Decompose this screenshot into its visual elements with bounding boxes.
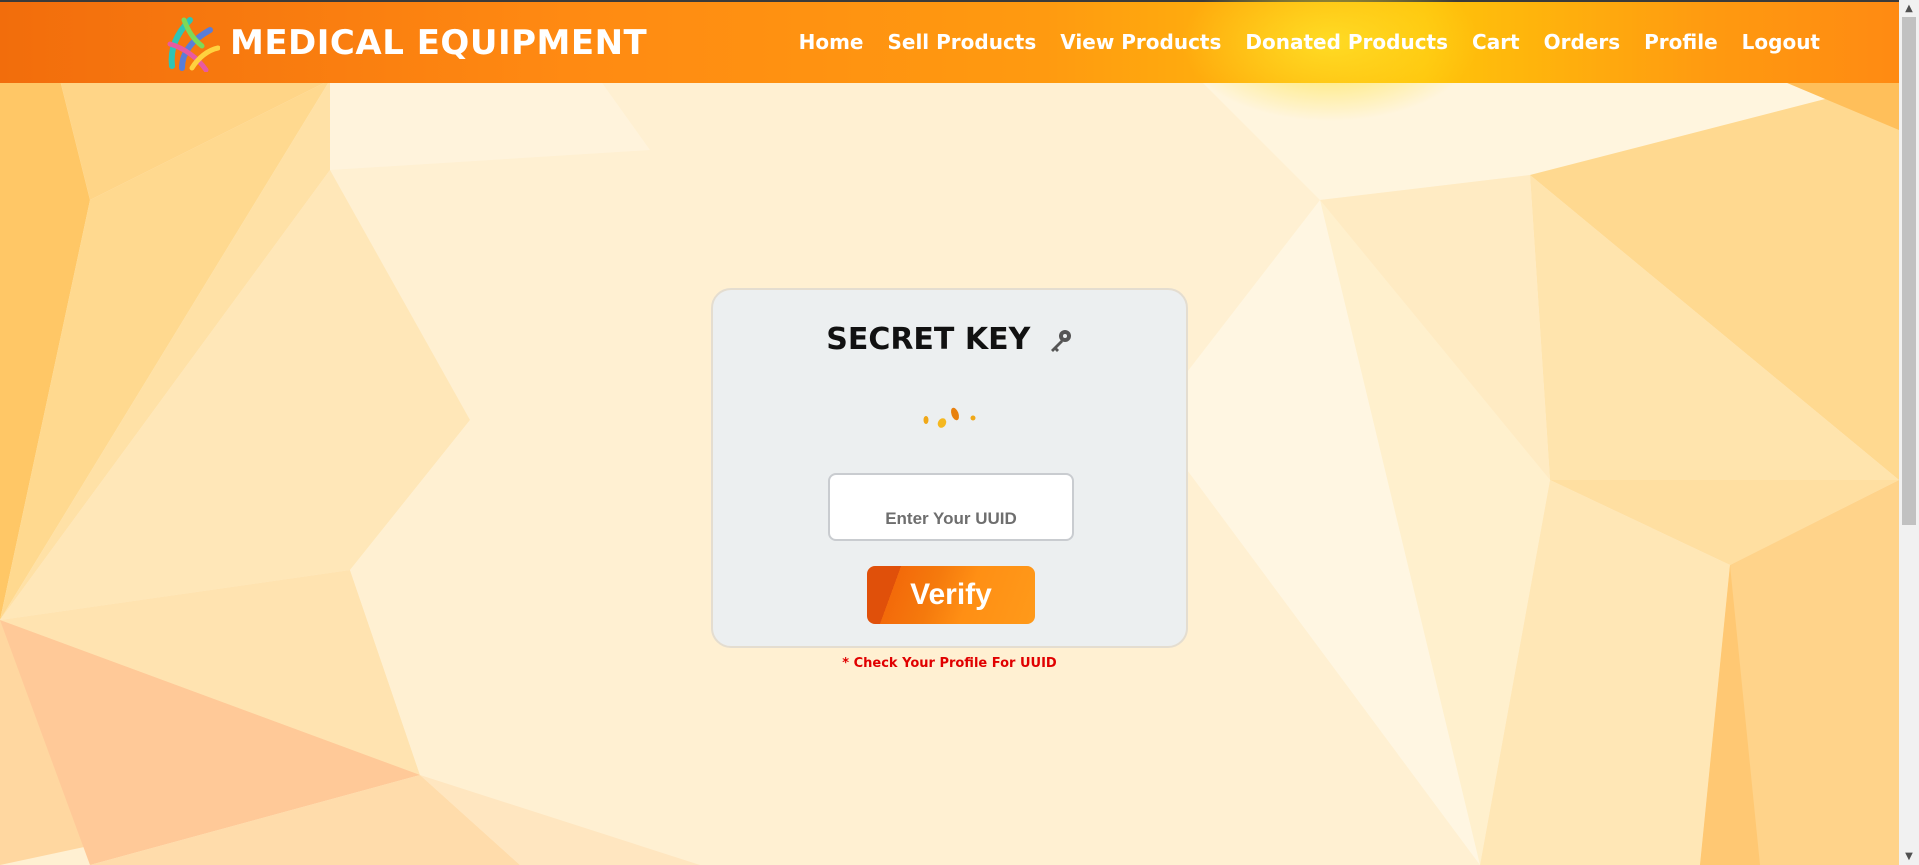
nav-links: Home Sell Products View Products Donated… (775, 30, 1820, 54)
nav-donated-products[interactable]: Donated Products (1245, 30, 1448, 54)
nav-cart[interactable]: Cart (1472, 30, 1520, 54)
key-icon (1050, 329, 1071, 352)
scroll-down-arrow-icon[interactable]: ▼ (1899, 848, 1919, 865)
nav-profile[interactable]: Profile (1644, 30, 1718, 54)
secret-key-card: SECRET KEY Verify (711, 288, 1188, 648)
card-title-text: SECRET KEY (826, 322, 1031, 357)
uuid-hint: * Check Your Profile For UUID (842, 656, 1057, 671)
brand[interactable]: MEDICAL EQUIPMENT (162, 14, 647, 72)
nav-sell-products[interactable]: Sell Products (887, 30, 1036, 54)
brand-title: MEDICAL EQUIPMENT (230, 23, 648, 63)
vertical-scrollbar[interactable]: ▲ ▼ (1899, 0, 1919, 865)
uuid-input[interactable] (828, 473, 1074, 541)
nav-logout[interactable]: Logout (1742, 30, 1820, 54)
top-navbar: MEDICAL EQUIPMENT Home Sell Products Vie… (0, 0, 1899, 122)
navbar-glow (1180, 0, 1480, 122)
medical-logo-icon (167, 17, 220, 72)
scroll-thumb[interactable] (1902, 17, 1916, 525)
verify-button[interactable]: Verify (867, 566, 1035, 624)
loading-spinner-icon (923, 407, 976, 428)
scroll-up-arrow-icon[interactable]: ▲ (1899, 0, 1919, 17)
card-title: SECRET KEY (713, 322, 1186, 357)
nav-view-products[interactable]: View Products (1060, 30, 1221, 54)
nav-home[interactable]: Home (799, 30, 864, 54)
nav-orders[interactable]: Orders (1544, 30, 1621, 54)
